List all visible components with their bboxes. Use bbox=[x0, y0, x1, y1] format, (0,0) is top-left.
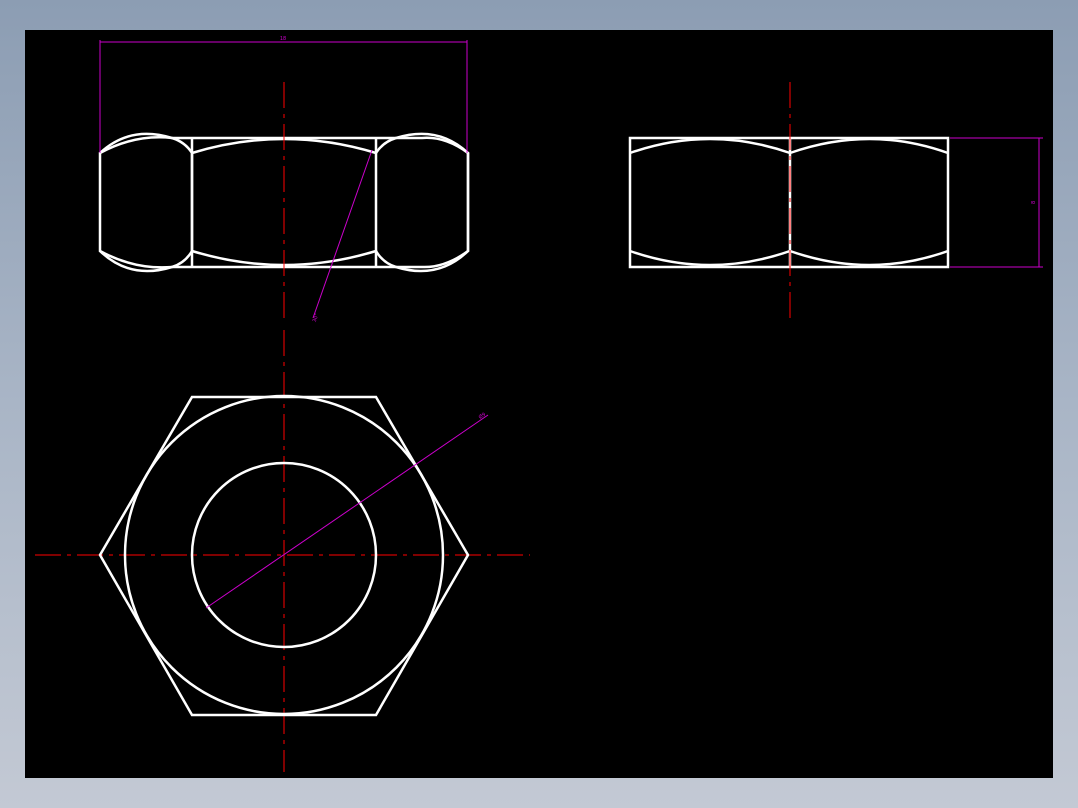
front-view-arc-left bbox=[99, 132, 194, 273]
front-view-width-label: 18 bbox=[280, 36, 286, 42]
chamfer-leader-line bbox=[312, 149, 373, 319]
side-view-height-label: 8 bbox=[1031, 201, 1037, 204]
cad-drawing-area[interactable]: 18 30° 8 Ø9 bbox=[25, 30, 1053, 778]
cad-drawing[interactable]: 18 30° 8 Ø9 bbox=[25, 30, 1053, 778]
side-view-arc-left-bottom bbox=[629, 249, 791, 267]
side-view-arc-right-bottom bbox=[789, 249, 949, 267]
front-view-arc-right bbox=[374, 132, 470, 273]
side-view-arc-left-top bbox=[629, 137, 791, 155]
side-view-arc-right-top bbox=[789, 137, 949, 155]
side-view bbox=[628, 136, 950, 269]
diameter-leader-line bbox=[205, 414, 489, 609]
side-view-height-dimension bbox=[950, 137, 1043, 268]
diameter-label: Ø9 bbox=[477, 411, 487, 421]
chamfer-angle-label: 30° bbox=[312, 312, 321, 323]
